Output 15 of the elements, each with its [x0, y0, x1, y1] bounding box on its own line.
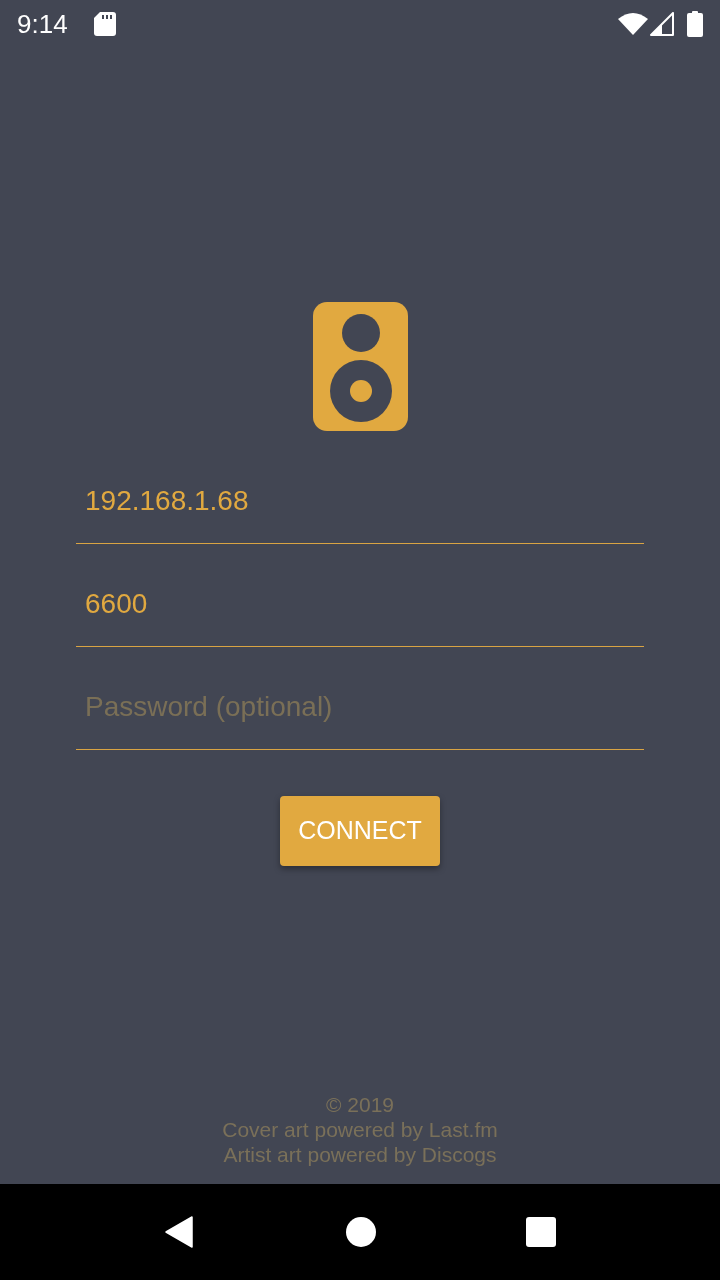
footer-text: Artist art powered by Discogs — [223, 1142, 497, 1167]
battery-icon — [687, 11, 703, 37]
footer-text: Cover art powered by Last.fm — [222, 1117, 498, 1142]
recents-icon[interactable] — [525, 1217, 556, 1247]
clock-text: 9:14 — [17, 11, 68, 37]
back-icon[interactable] — [164, 1216, 193, 1248]
home-icon[interactable] — [345, 1217, 376, 1247]
input-field[interactable]: Password (optional) — [76, 647, 644, 750]
input-field[interactable]: 6600 — [76, 544, 644, 647]
sd-card-icon — [93, 12, 116, 36]
signal-icon — [650, 12, 674, 36]
speaker-icon — [312, 302, 408, 431]
wifi-icon — [618, 13, 648, 35]
footer-text: © 2019 — [325, 1092, 394, 1117]
input-field[interactable]: 192.168.1.68 — [76, 441, 644, 544]
